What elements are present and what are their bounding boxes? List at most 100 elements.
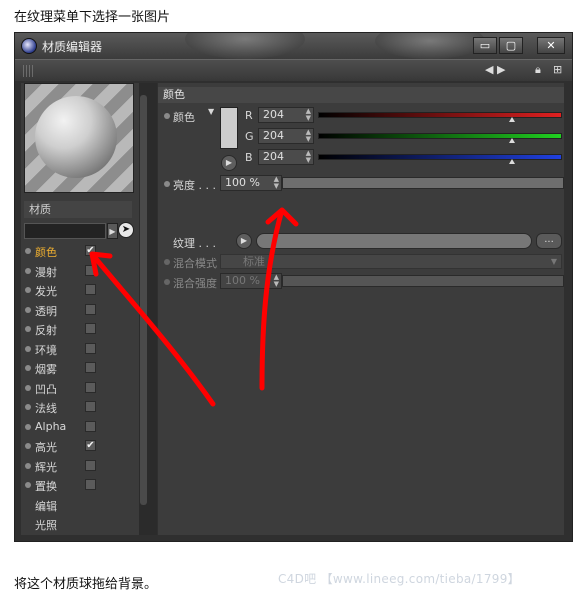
- channel-checkbox[interactable]: ✔: [85, 245, 96, 256]
- lock-icon[interactable]: 🔒︎: [535, 63, 541, 77]
- channel-diffusion[interactable]: 漫射: [21, 261, 139, 281]
- channel-label: 反射: [35, 324, 57, 337]
- channel-alpha[interactable]: Alpha: [21, 417, 139, 437]
- color-expand-button[interactable]: ▶: [221, 155, 237, 171]
- blend-strength-slider[interactable]: [282, 275, 564, 287]
- channel-checkbox[interactable]: [85, 479, 96, 490]
- stepper-icon[interactable]: ▲ ▼: [274, 274, 279, 288]
- color-label: 颜色: [173, 111, 195, 124]
- material-sphere[interactable]: [35, 96, 117, 178]
- title-bar[interactable]: 材质编辑器 ▭ ▢ ✕: [15, 33, 572, 59]
- blend-mode-select[interactable]: 标准 ▼: [220, 254, 562, 269]
- maximize-button[interactable]: ▢: [499, 37, 523, 54]
- material-name[interactable]: 材质: [24, 201, 132, 218]
- channel-label: 烟雾: [35, 363, 57, 376]
- picker-cursor-icon[interactable]: ➤: [118, 222, 134, 238]
- param-dot-icon[interactable]: [164, 279, 170, 285]
- channel-dot-icon: [25, 443, 31, 449]
- channel-reflection[interactable]: 反射: [21, 319, 139, 339]
- channel-label: 透明: [35, 304, 57, 318]
- channel-color[interactable]: 颜色 ✔: [21, 241, 139, 261]
- channel-label: 光照: [35, 519, 57, 532]
- channel-dot-icon: [25, 345, 31, 352]
- material-preview[interactable]: [24, 83, 134, 193]
- channel-bump[interactable]: 凹凸: [21, 378, 139, 398]
- brightness-input[interactable]: 100 % ▲ ▼: [220, 175, 282, 191]
- channel-checkbox[interactable]: [85, 401, 96, 412]
- channel-glow[interactable]: 辉光: [21, 456, 139, 476]
- r-slider[interactable]: [318, 112, 562, 122]
- dropdown-arrow-icon[interactable]: ▼: [208, 107, 214, 116]
- expand-arrow-icon[interactable]: ▶: [107, 223, 118, 239]
- param-dot-icon[interactable]: [164, 113, 170, 119]
- close-button[interactable]: ✕: [537, 37, 565, 54]
- brightness-label: 亮度 . . .: [173, 179, 216, 192]
- channel-checkbox[interactable]: ✔: [85, 440, 96, 451]
- left-scrollbar[interactable]: [139, 83, 148, 535]
- channel-specular[interactable]: 高光 ✔: [21, 436, 139, 456]
- toolbar: ◀ ▶ 🔒︎ ⊞: [15, 59, 572, 81]
- channel-label: 编辑: [35, 499, 57, 513]
- watermark: C4D吧 【www.lineeg.com/tieba/1799】: [278, 572, 520, 586]
- b-value: 204: [263, 150, 284, 163]
- stepper-icon[interactable]: ▲ ▼: [306, 129, 311, 143]
- b-input[interactable]: 204 ▲ ▼: [258, 149, 314, 165]
- texture-menu-button[interactable]: ▶: [236, 233, 252, 249]
- channel-checkbox[interactable]: [85, 323, 96, 334]
- channel-dot-icon: [25, 423, 31, 430]
- right-scrollbar[interactable]: [148, 83, 157, 535]
- channel-checkbox[interactable]: [85, 264, 96, 276]
- channel-dot-icon: [25, 306, 31, 313]
- channel-normal[interactable]: 法线: [21, 397, 139, 417]
- channel-label: 法线: [35, 402, 57, 415]
- blend-strength-value: 100 %: [225, 274, 260, 287]
- slider-knob[interactable]: [509, 138, 515, 143]
- r-value: 204: [263, 108, 284, 121]
- stepper-icon[interactable]: ▲ ▼: [306, 108, 311, 122]
- grip-icon[interactable]: [23, 65, 35, 77]
- param-dot-icon[interactable]: [164, 181, 170, 187]
- channel-checkbox[interactable]: [85, 284, 96, 295]
- channel-checkbox[interactable]: [85, 342, 96, 354]
- channel-checkbox[interactable]: [85, 303, 96, 315]
- texture-field[interactable]: [256, 233, 532, 249]
- window-title: 材质编辑器: [42, 40, 103, 54]
- channel-illumination[interactable]: 光照: [21, 514, 139, 534]
- g-slider[interactable]: [318, 133, 562, 143]
- param-dot-icon[interactable]: [164, 259, 170, 265]
- color-attributes-panel: 颜色 颜色 ▼ ▶ R 204 ▲▼ G 204 ▲▼ B 204 ▲▼: [158, 83, 564, 535]
- channel-displacement[interactable]: 置换: [21, 475, 139, 495]
- channel-checkbox[interactable]: [85, 362, 96, 373]
- material-name-field[interactable]: [24, 223, 106, 239]
- channel-fog[interactable]: 烟雾: [21, 358, 139, 378]
- r-input[interactable]: 204 ▲ ▼: [258, 107, 314, 123]
- new-window-icon[interactable]: ⊞: [553, 63, 562, 76]
- channel-label: 凹凸: [35, 382, 57, 396]
- channel-environment[interactable]: 环境: [21, 339, 139, 359]
- stepper-icon[interactable]: ▲ ▼: [306, 150, 311, 164]
- g-input[interactable]: 204 ▲ ▼: [258, 128, 314, 144]
- left-scrollbar-thumb[interactable]: [140, 95, 147, 505]
- channel-label: 辉光: [35, 460, 57, 474]
- channel-dot-icon: [25, 404, 31, 410]
- chevron-down-icon: ▼: [550, 257, 557, 266]
- bottom-caption: 将这个材质球拖给背景。: [14, 577, 158, 592]
- brightness-slider[interactable]: [282, 177, 564, 189]
- blend-strength-input[interactable]: 100 % ▲ ▼: [220, 273, 282, 289]
- channel-luminance[interactable]: 发光: [21, 280, 139, 300]
- texture-browse-button[interactable]: ...: [536, 233, 562, 249]
- slider-knob[interactable]: [509, 159, 515, 164]
- nav-arrows-icon[interactable]: ◀ ▶: [485, 63, 505, 76]
- minimize-button[interactable]: ▭: [473, 37, 497, 54]
- channel-editor[interactable]: 编辑: [21, 495, 139, 515]
- channel-checkbox[interactable]: [85, 420, 96, 432]
- color-swatch[interactable]: [220, 107, 238, 149]
- channel-transparency[interactable]: 透明: [21, 300, 139, 320]
- slider-knob[interactable]: [509, 117, 515, 122]
- stepper-icon[interactable]: ▲ ▼: [274, 176, 279, 190]
- section-header: 颜色: [158, 87, 564, 103]
- channel-checkbox[interactable]: [85, 381, 96, 393]
- channel-checkbox[interactable]: [85, 459, 96, 471]
- b-slider[interactable]: [318, 154, 562, 164]
- channel-label: 颜色: [35, 246, 57, 259]
